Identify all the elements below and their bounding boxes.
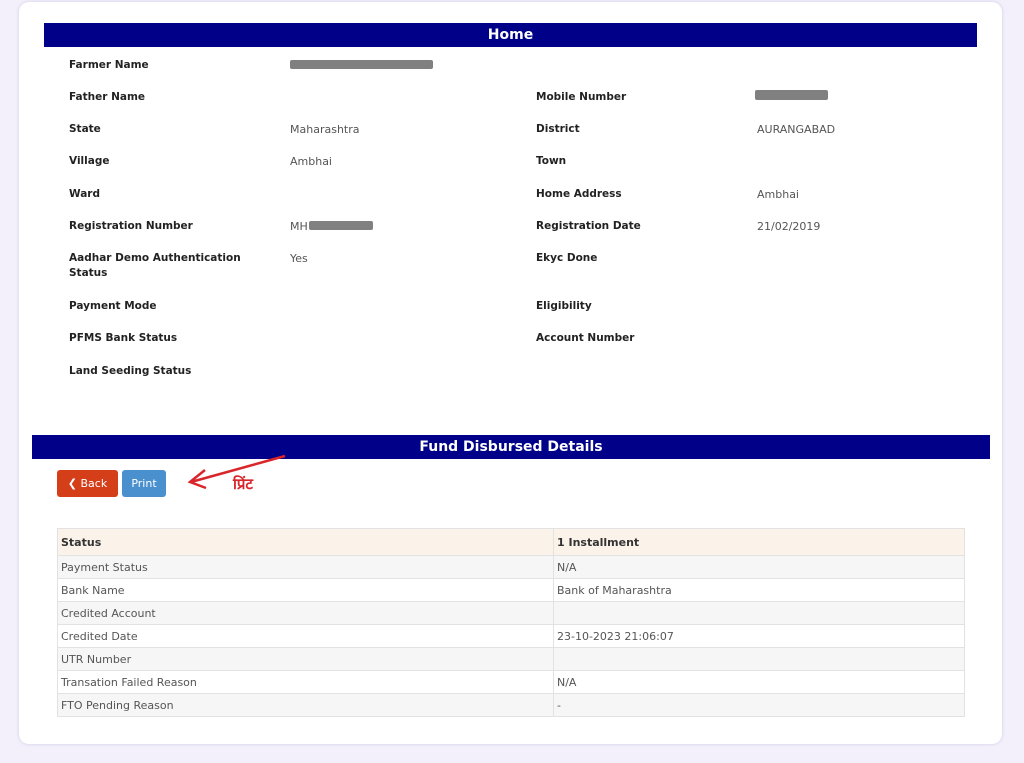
account-number-label: Account Number	[536, 332, 635, 344]
father-name-label: Father Name	[69, 91, 146, 103]
town-label: Town	[536, 155, 567, 167]
row-label: Payment Status	[57, 555, 554, 579]
row-value	[553, 647, 965, 671]
registration-number-redacted	[309, 221, 373, 230]
farmer-name-redacted	[290, 60, 433, 69]
eligibility-label: Eligibility	[536, 300, 592, 312]
row-value: 23-10-2023 21:06:07	[553, 624, 965, 648]
registration-date-value: 21/02/2019	[757, 220, 821, 233]
pfms-bank-status-label: PFMS Bank Status	[69, 332, 178, 344]
row-value	[553, 601, 965, 625]
table-row: Credited Account	[57, 601, 965, 625]
home-address-label: Home Address	[536, 188, 622, 200]
row-value: N/A	[553, 670, 965, 694]
fund-disbursed-table: Status 1 Installment Payment Status N/A B…	[57, 528, 965, 717]
row-label: FTO Pending Reason	[57, 693, 554, 717]
row-label: Credited Date	[57, 624, 554, 648]
row-value: -	[553, 693, 965, 717]
chevron-left-icon: ❮	[67, 477, 77, 490]
mobile-number-redacted	[755, 90, 828, 100]
header-installment: 1 Installment	[553, 528, 965, 556]
row-label: UTR Number	[57, 647, 554, 671]
payment-mode-label: Payment Mode	[69, 300, 157, 312]
aadhar-status-value: Yes	[290, 252, 308, 265]
village-value: Ambhai	[290, 155, 332, 168]
district-label: District	[536, 123, 580, 135]
table-row: Bank Name Bank of Maharashtra	[57, 578, 965, 602]
row-value: N/A	[553, 555, 965, 579]
state-value: Maharashtra	[290, 123, 360, 136]
district-value: AURANGABAD	[757, 123, 836, 136]
header-status: Status	[57, 528, 554, 556]
ekyc-done-label: Ekyc Done	[536, 252, 598, 264]
registration-number-value: MH	[290, 220, 308, 233]
table-header-row: Status 1 Installment	[57, 528, 965, 556]
registration-number-label: Registration Number	[69, 220, 193, 232]
row-label: Credited Account	[57, 601, 554, 625]
table-row: Payment Status N/A	[57, 555, 965, 579]
table-row: UTR Number	[57, 647, 965, 671]
ward-label: Ward	[69, 188, 100, 200]
print-button[interactable]: Print	[122, 470, 166, 497]
row-label: Transation Failed Reason	[57, 670, 554, 694]
fund-disbursed-banner: Fund Disbursed Details	[32, 435, 990, 459]
farmer-name-label: Farmer Name	[69, 59, 149, 71]
back-button-label: Back	[80, 477, 108, 490]
back-button[interactable]: ❮ Back	[57, 470, 118, 497]
home-address-value: Ambhai	[757, 188, 799, 201]
home-banner: Home	[44, 23, 977, 47]
table-row: FTO Pending Reason -	[57, 693, 965, 717]
print-annotation-text: प्रिंट	[233, 475, 253, 493]
mobile-number-label: Mobile Number	[536, 91, 627, 103]
aadhar-status-label: Aadhar Demo Authentication Status	[69, 252, 241, 279]
registration-date-label: Registration Date	[536, 220, 641, 232]
land-seeding-status-label: Land Seeding Status	[69, 365, 192, 377]
row-value: Bank of Maharashtra	[553, 578, 965, 602]
table-row: Transation Failed Reason N/A	[57, 670, 965, 694]
village-label: Village	[69, 155, 110, 167]
table-row: Credited Date 23-10-2023 21:06:07	[57, 624, 965, 648]
row-label: Bank Name	[57, 578, 554, 602]
state-label: State	[69, 123, 101, 135]
